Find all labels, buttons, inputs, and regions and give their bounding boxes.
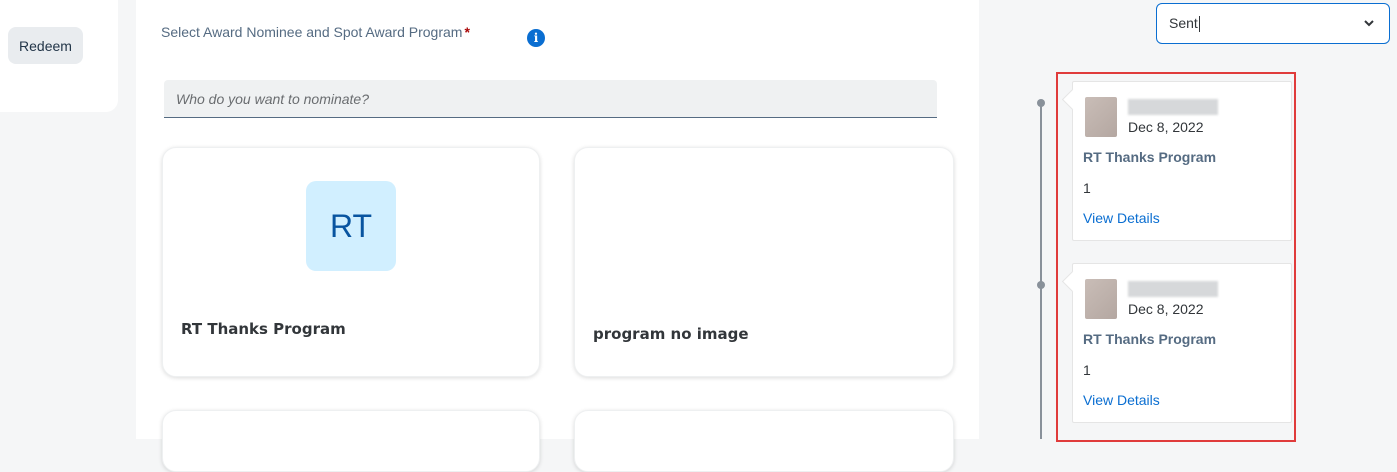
view-details-link[interactable]: View Details [1083,210,1160,226]
avatar [1085,97,1117,137]
program-title: RT Thanks Program [181,320,346,338]
select-nominee-label-text: Select Award Nominee and Spot Award Prog… [161,24,463,40]
view-details-link[interactable]: View Details [1083,392,1160,408]
required-mark: * [464,24,470,40]
history-panel: Sent Dec 8, 2022 RT Thanks Program 1 Vie… [996,0,1397,439]
history-date: Dec 8, 2022 [1128,301,1204,317]
select-nominee-label: Select Award Nominee and Spot Award Prog… [161,24,470,40]
timeline-line [1040,104,1042,439]
program-card-rt-thanks[interactable]: RT RT Thanks Program [162,147,540,377]
timeline-dot [1037,281,1045,289]
history-program: RT Thanks Program [1083,331,1217,347]
program-card-no-image[interactable]: program no image [574,147,954,377]
redeem-button[interactable]: Redeem [8,27,83,64]
history-date: Dec 8, 2022 [1128,119,1204,135]
timeline-dot [1037,99,1045,107]
program-card[interactable] [574,410,954,472]
left-panel: Redeem [0,0,118,112]
history-count: 1 [1083,362,1091,378]
program-card[interactable] [162,410,540,472]
avatar [1085,279,1117,319]
nominee-search-input[interactable] [164,80,937,118]
history-program: RT Thanks Program [1083,149,1217,165]
chevron-down-icon [1363,4,1375,59]
status-filter-select[interactable]: Sent [1156,3,1390,44]
program-avatar: RT [306,181,396,271]
text-caret [1198,16,1200,33]
history-count: 1 [1083,180,1091,196]
info-icon[interactable]: i [527,29,545,47]
redacted-name [1128,281,1218,297]
program-title: program no image [593,325,749,343]
history-item: Dec 8, 2022 RT Thanks Program 1 View Det… [1072,81,1292,241]
main-content: Select Award Nominee and Spot Award Prog… [136,0,979,472]
history-item: Dec 8, 2022 RT Thanks Program 1 View Det… [1072,263,1292,423]
redacted-name [1128,99,1218,115]
status-filter-value: Sent [1169,15,1198,31]
